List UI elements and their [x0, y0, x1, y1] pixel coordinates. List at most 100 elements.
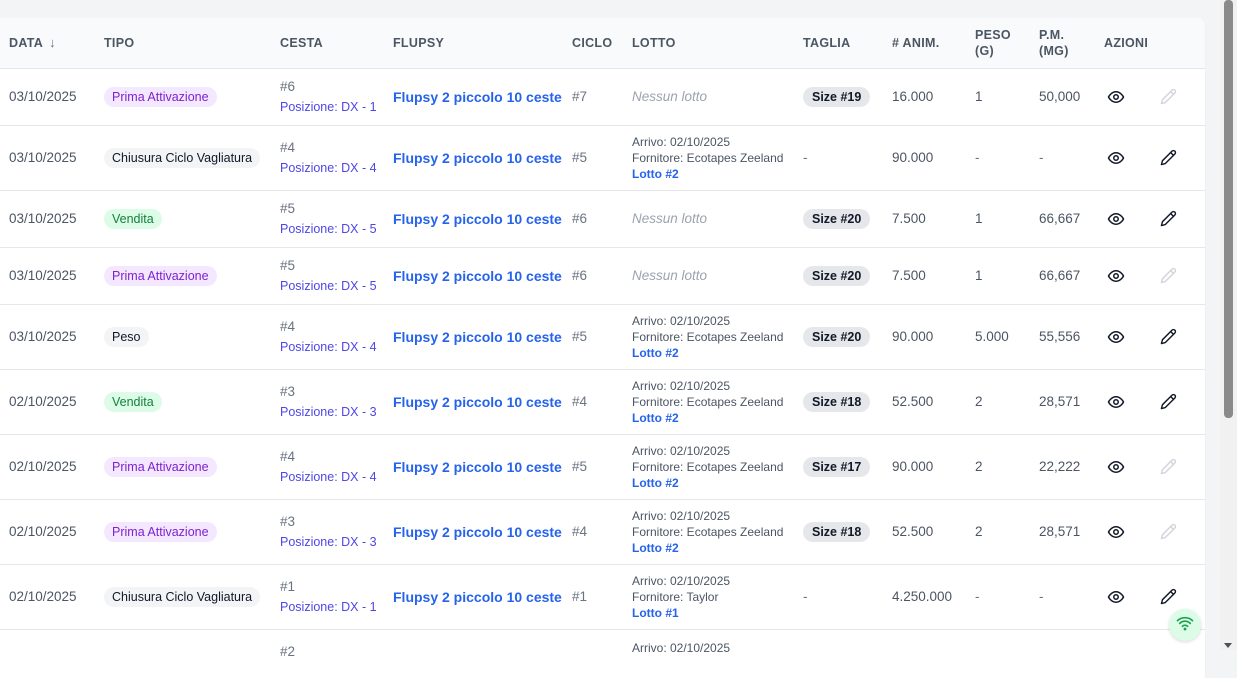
animal-count: 16.000 [892, 89, 934, 104]
weight-value: - [975, 589, 980, 604]
pencil-icon[interactable] [1156, 85, 1180, 109]
eye-icon[interactable] [1104, 207, 1128, 231]
size-badge: Size #18 [803, 521, 871, 542]
cycle-number: #4 [572, 394, 588, 409]
eye-icon[interactable] [1104, 85, 1128, 109]
animal-count: 52.500 [892, 524, 934, 539]
table-row[interactable]: 02/10/2025 Chiusura Ciclo Vagliatura #1 P… [0, 564, 1205, 630]
col-header-data[interactable]: DATA ↓ [0, 18, 104, 69]
eye-icon[interactable] [1104, 455, 1128, 479]
weight-value: 1 [975, 89, 983, 104]
col-header-tipo[interactable]: TIPO [104, 18, 280, 69]
pencil-icon[interactable] [1156, 390, 1180, 414]
table-row[interactable]: 03/10/2025 Vendita #5 Posizione: DX - 5 F… [0, 190, 1205, 248]
flupsy-link[interactable]: Flupsy 2 piccolo 10 ceste [393, 394, 562, 410]
lot-link[interactable]: Lotto #1 [632, 605, 803, 621]
pencil-icon[interactable] [1156, 585, 1180, 609]
flupsy-link[interactable]: Flupsy 2 piccolo 10 ceste [393, 524, 562, 540]
size-badge: Size #20 [803, 265, 871, 286]
table-row[interactable]: 02/10/2025 Vendita #3 Posizione: DX - 3 F… [0, 369, 1205, 435]
col-header-ciclo[interactable]: CICLO [572, 18, 632, 69]
eye-icon[interactable] [1104, 520, 1128, 544]
pencil-icon[interactable] [1156, 264, 1180, 288]
col-header-pm[interactable]: P.M. (MG) [1039, 18, 1104, 69]
pencil-icon[interactable] [1156, 207, 1180, 231]
table-row[interactable]: 03/10/2025 Chiusura Ciclo Vagliatura #4 P… [0, 125, 1205, 191]
basket-position: Posizione: DX - 1 [280, 100, 377, 114]
basket-number: #4 [280, 449, 296, 464]
lot-link[interactable]: Lotto #2 [632, 540, 803, 556]
lot-link[interactable]: Lotto #2 [632, 410, 803, 426]
pencil-icon[interactable] [1156, 520, 1180, 544]
basket-number: #1 [280, 579, 296, 594]
animal-count: 90.000 [892, 459, 934, 474]
pencil-icon[interactable] [1156, 325, 1180, 349]
type-badge: Prima Attivazione [104, 456, 217, 477]
basket-position: Posizione: DX - 3 [280, 535, 377, 549]
connection-status-button[interactable] [1169, 609, 1201, 641]
type-badge: Vendita [104, 391, 162, 412]
cycle-number: #5 [572, 150, 588, 165]
col-header-taglia[interactable]: TAGLIA [803, 18, 892, 69]
flupsy-link[interactable]: Flupsy 2 piccolo 10 ceste [393, 268, 562, 284]
pencil-icon[interactable] [1156, 455, 1180, 479]
animal-count: 90.000 [892, 329, 934, 344]
lot-empty: Nessun lotto [632, 268, 708, 283]
col-header-flupsy[interactable]: FLUPSY [393, 18, 572, 69]
lot-empty: Nessun lotto [632, 89, 708, 104]
lot-supplier: Fornitore: Ecotapes Zeeland [632, 459, 784, 474]
lot-arrival: Arrivo: 02/10/2025 [632, 640, 731, 655]
avg-weight-value: 22,222 [1039, 459, 1081, 474]
table-row[interactable]: 03/10/2025 Prima Attivazione #5 Posizione… [0, 247, 1205, 305]
size-badge: Size #18 [803, 391, 871, 412]
flupsy-link[interactable]: Flupsy 2 piccolo 10 ceste [393, 589, 562, 605]
flupsy-link[interactable]: Flupsy 2 piccolo 10 ceste [393, 150, 562, 166]
cycle-number: #4 [572, 524, 588, 539]
eye-icon[interactable] [1104, 390, 1128, 414]
col-header-peso[interactable]: PESO (G) [975, 18, 1039, 69]
eye-icon[interactable] [1104, 325, 1128, 349]
scrollbar-thumb[interactable] [1224, 0, 1233, 418]
type-badge: Prima Attivazione [104, 86, 217, 107]
eye-icon[interactable] [1104, 585, 1128, 609]
basket-position: Posizione: DX - 4 [280, 340, 377, 354]
cycle-number: #5 [572, 329, 588, 344]
basket-number: #4 [280, 319, 296, 334]
col-header-lotto[interactable]: LOTTO [632, 18, 803, 69]
scroll-down-arrow-icon[interactable] [1224, 643, 1232, 648]
type-badge: Vendita [104, 208, 162, 229]
lot-supplier: Fornitore: Ecotapes Zeeland [632, 524, 784, 539]
avg-weight-value: 28,571 [1039, 394, 1081, 409]
lot-supplier: Fornitore: Ecotapes Zeeland [632, 329, 784, 344]
lot-supplier: Fornitore: Taylor [632, 589, 719, 604]
flupsy-link[interactable]: Flupsy 2 piccolo 10 ceste [393, 329, 562, 345]
basket-number: #5 [280, 258, 296, 273]
col-header-azioni: AZIONI [1104, 18, 1156, 69]
lot-link[interactable]: Lotto #2 [632, 166, 803, 182]
flupsy-link[interactable]: Flupsy 2 piccolo 10 ceste [393, 211, 562, 227]
cycle-number: #6 [572, 211, 588, 226]
table-row[interactable]: 02/10/2025 Prima Attivazione #4 Posizione… [0, 434, 1205, 500]
size-badge: Size #17 [803, 456, 871, 477]
table-row[interactable]: #2 Arrivo: 02/10/2025 [0, 629, 1205, 678]
col-header-animali[interactable]: # ANIM. [892, 18, 975, 69]
col-header-cesta[interactable]: CESTA [280, 18, 393, 69]
arrow-down-icon[interactable]: ↓ [49, 35, 56, 50]
size-badge: Size #19 [803, 86, 871, 107]
lot-link[interactable]: Lotto #2 [632, 345, 803, 361]
eye-icon[interactable] [1104, 146, 1128, 170]
lot-link[interactable]: Lotto #2 [632, 475, 803, 491]
table-row[interactable]: 02/10/2025 Prima Attivazione #3 Posizione… [0, 499, 1205, 565]
vertical-scrollbar[interactable] [1220, 0, 1237, 650]
basket-position: Posizione: DX - 4 [280, 161, 377, 175]
eye-icon[interactable] [1104, 264, 1128, 288]
flupsy-link[interactable]: Flupsy 2 piccolo 10 ceste [393, 89, 562, 105]
cycle-number: #5 [572, 459, 588, 474]
table-row[interactable]: 03/10/2025 Peso #4 Posizione: DX - 4 Flup… [0, 304, 1205, 370]
pencil-icon[interactable] [1156, 146, 1180, 170]
table-row[interactable]: 03/10/2025 Prima Attivazione #6 Posizione… [0, 68, 1205, 126]
date-cell: 03/10/2025 [9, 329, 77, 344]
date-cell: 02/10/2025 [9, 589, 77, 604]
flupsy-link[interactable]: Flupsy 2 piccolo 10 ceste [393, 459, 562, 475]
size-badge: Size #20 [803, 326, 871, 347]
